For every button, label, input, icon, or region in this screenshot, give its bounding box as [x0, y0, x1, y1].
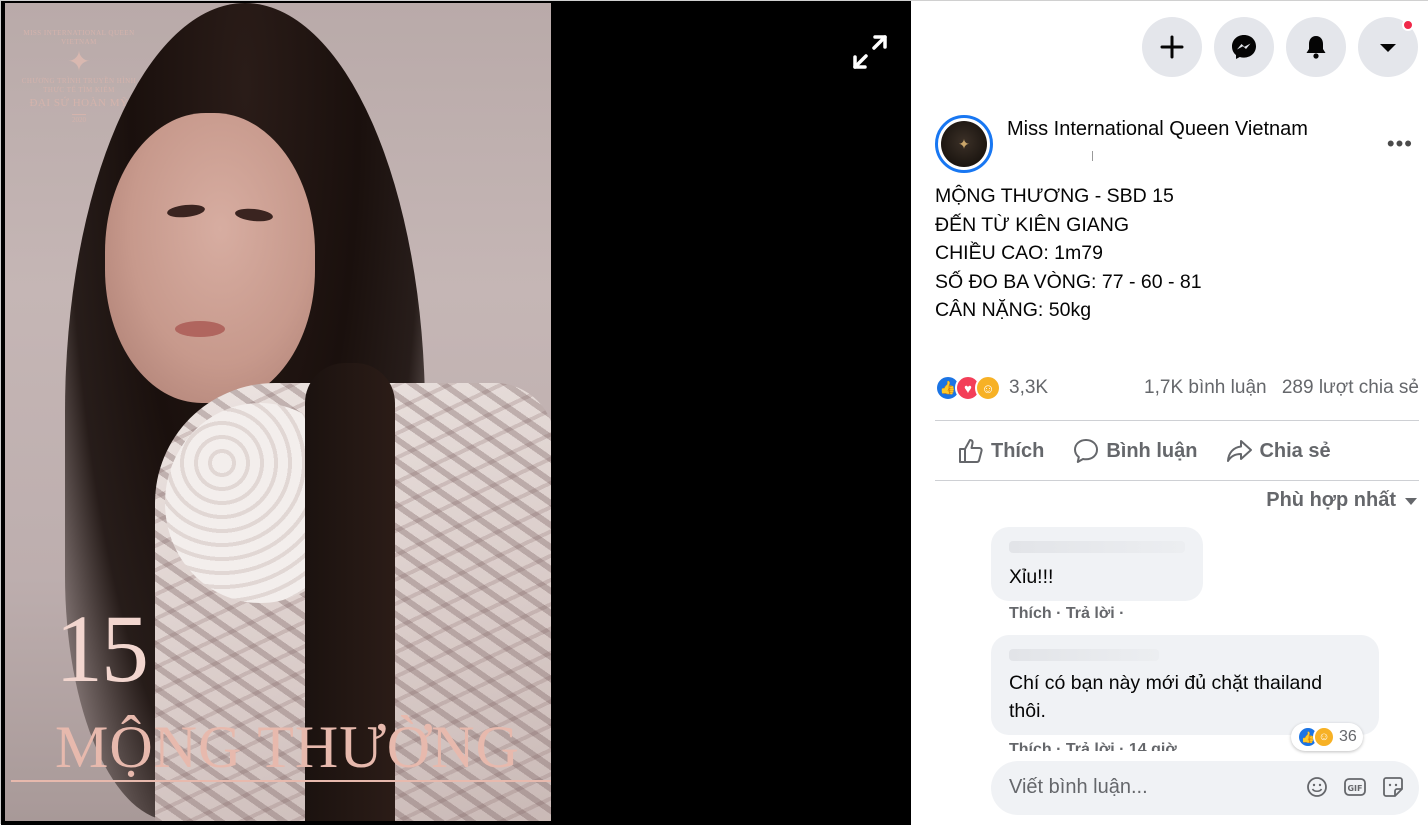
comment-label: Bình luận — [1106, 439, 1198, 462]
caption-line: CHIỀU CAO: 1m79 — [935, 242, 1103, 264]
page-name-link[interactable]: Miss International Queen Vietnam — [1007, 118, 1308, 141]
share-label: Chia sẻ — [1259, 439, 1331, 462]
emoji-icon[interactable] — [1305, 775, 1329, 799]
photo-viewer: MISS INTERNATIONAL QUEEN VIETNAM ✦ CHƯƠN… — [1, 1, 911, 825]
caption-line: CÂN NẶNG: 50kg — [935, 299, 1092, 321]
meta-dot: · — [1119, 605, 1125, 622]
care-reaction-icon: ☺ — [975, 375, 1001, 401]
more-options-button[interactable]: ••• — [1387, 131, 1413, 157]
comment-meta: Thích · Trả lời · 14 giờ — [1009, 741, 1177, 751]
caption-line: MỘNG THƯƠNG - SBD 15 — [935, 185, 1174, 207]
divider — [935, 420, 1419, 421]
comment-composer[interactable]: Viết bình luận... GIF — [991, 761, 1419, 815]
notification-dot — [1402, 19, 1414, 31]
post-side-panel: ✦ Miss International Queen Vietnam ••• M… — [911, 1, 1428, 824]
chevron-down-icon — [1405, 497, 1417, 505]
caret-down-icon — [1380, 44, 1396, 52]
comment-input[interactable]: Viết bình luận... — [1009, 776, 1148, 799]
gif-icon[interactable]: GIF — [1343, 775, 1367, 799]
reaction-icons[interactable]: 👍 ♥ ☺ — [935, 375, 1001, 401]
butterfly-icon: ✦ — [67, 46, 91, 77]
comment-meta: Thích · Trả lời · — [1009, 605, 1124, 623]
meta-dot: · — [1119, 741, 1125, 751]
post-viewer-window: MISS INTERNATIONAL QUEEN VIETNAM ✦ CHƯƠN… — [0, 0, 1428, 825]
svg-text:GIF: GIF — [1347, 784, 1362, 793]
logo-line-2: CHƯƠNG TRÌNH TRUYỀN HÌNH THỰC TẾ TÌM KIẾ… — [21, 77, 137, 94]
comment-reactions[interactable]: 👍 ☺ 36 — [1291, 723, 1363, 751]
logo-year: 2020 — [72, 114, 86, 124]
comment-reply-link[interactable]: Trả lời — [1066, 741, 1115, 751]
photo-face — [105, 113, 315, 403]
like-label: Thích — [991, 439, 1045, 462]
photo-eye-right — [234, 207, 274, 223]
commenter-name-hidden[interactable] — [1009, 541, 1185, 553]
commenter-name-hidden[interactable] — [1009, 649, 1159, 661]
comment-bubble: Xỉu!!! — [991, 527, 1203, 601]
engagement-counts: 1,7K bình luận 289 lượt chia sẻ — [1134, 377, 1419, 399]
avatar-logo-icon: ✦ — [941, 121, 987, 167]
comment-reaction-count: 36 — [1339, 728, 1357, 745]
thumbs-up-icon — [959, 439, 983, 463]
comment-text: Xỉu!!! — [1009, 566, 1054, 588]
comment-icon — [1074, 439, 1099, 463]
plus-icon — [1160, 35, 1184, 59]
meta-dot: · — [1056, 741, 1062, 751]
reaction-count[interactable]: 3,3K — [1009, 377, 1048, 399]
composer-tools: GIF — [1305, 775, 1405, 799]
reaction-summary: 👍 ♥ ☺ 3,3K 1,7K bình luận 289 lượt chia … — [935, 372, 1419, 404]
photo-lips — [175, 321, 225, 337]
comment-text: Chí có bạn này mới đủ chặt thailand thôi… — [1009, 669, 1322, 725]
comment-text-line: thôi. — [1009, 700, 1046, 722]
comment-like-link[interactable]: Thích — [1009, 741, 1052, 751]
messenger-button[interactable] — [1214, 17, 1274, 77]
care-reaction-icon: ☺ — [1313, 726, 1335, 748]
pageant-logo: MISS INTERNATIONAL QUEEN VIETNAM ✦ CHƯƠN… — [19, 29, 139, 127]
comment-sort-dropdown[interactable]: Phù hợp nhất — [1266, 489, 1418, 512]
comment-count[interactable]: 1,7K bình luận — [1144, 377, 1267, 398]
contestant-name: MỘNG THƯỜNG — [55, 714, 520, 780]
like-button[interactable]: Thích — [957, 437, 1044, 465]
post-meta-hidden — [1007, 151, 1093, 161]
caption-line: ĐẾN TỪ KIÊN GIANG — [935, 213, 1129, 236]
comment-bubble: Chí có bạn này mới đủ chặt thailand thôi… — [991, 635, 1379, 735]
create-button[interactable] — [1142, 17, 1202, 77]
share-count[interactable]: 289 lượt chia sẻ — [1282, 377, 1419, 398]
sort-label: Phù hợp nhất — [1266, 489, 1396, 511]
page-avatar[interactable]: ✦ — [935, 115, 993, 173]
sticker-icon[interactable] — [1381, 775, 1405, 799]
comment-reply-link[interactable]: Trả lời — [1066, 605, 1115, 622]
meta-separator — [1092, 151, 1093, 161]
top-nav-buttons — [1142, 17, 1418, 77]
post-photo[interactable]: MISS INTERNATIONAL QUEEN VIETNAM ✦ CHƯƠN… — [5, 3, 551, 821]
logo-title: ĐẠI SỨ HOÀN MỸ — [29, 97, 129, 109]
bell-icon — [1306, 36, 1326, 59]
post-actions: Thích Bình luận Chia sẻ — [935, 426, 1419, 476]
expand-button[interactable] — [847, 29, 893, 75]
post-header: ✦ Miss International Queen Vietnam ••• — [935, 115, 1415, 175]
comment-text-line: Chí có bạn này mới đủ chặt thailand — [1009, 672, 1323, 694]
expand-icon — [853, 35, 887, 69]
meta-dot: · — [1056, 605, 1062, 622]
post-caption: MỘNG THƯƠNG - SBD 15 ĐẾN TỪ KIÊN GIANG C… — [935, 182, 1202, 325]
comment-button[interactable]: Bình luận — [1072, 437, 1197, 465]
photo-eye-left — [166, 203, 206, 219]
share-icon — [1227, 440, 1253, 462]
contestant-number: 15 — [55, 595, 149, 702]
divider — [935, 480, 1419, 481]
share-button[interactable]: Chia sẻ — [1225, 437, 1331, 465]
messenger-icon — [1232, 35, 1256, 59]
notifications-button[interactable] — [1286, 17, 1346, 77]
account-menu-button[interactable] — [1358, 17, 1418, 77]
logo-line-1: MISS INTERNATIONAL QUEEN VIETNAM — [23, 29, 135, 46]
comment-like-link[interactable]: Thích — [1009, 605, 1052, 622]
name-underline — [11, 780, 551, 782]
caption-line: SỐ ĐO BA VÒNG: 77 - 60 - 81 — [935, 270, 1202, 293]
comment-time[interactable]: 14 giờ — [1129, 741, 1177, 751]
